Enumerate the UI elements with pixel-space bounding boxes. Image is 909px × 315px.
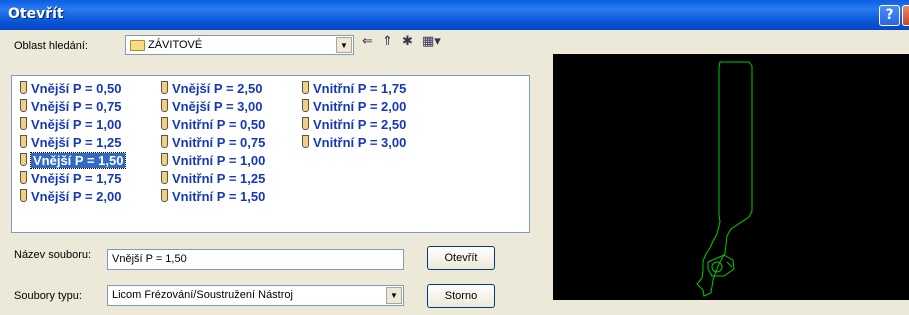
list-item[interactable]: Vnější P = 0,50	[20, 81, 121, 97]
file-icon	[161, 171, 168, 184]
folder-icon	[130, 39, 145, 51]
file-icon	[20, 153, 27, 166]
help-button[interactable]: ?	[879, 5, 900, 26]
file-icon	[20, 81, 27, 94]
chevron-down-icon[interactable]: ▼	[386, 287, 402, 304]
file-icon	[161, 81, 168, 94]
list-item[interactable]: Vnější P = 3,00	[161, 99, 262, 115]
file-list[interactable]: Vnější P = 0,50 Vnější P = 0,75 Vnější P…	[11, 75, 530, 233]
file-icon	[20, 135, 27, 148]
list-item[interactable]: Vnitřní P = 1,25	[161, 171, 265, 187]
file-icon	[161, 135, 168, 148]
open-button[interactable]: Otevřít	[427, 246, 495, 270]
file-icon	[161, 189, 168, 202]
list-item[interactable]: Vnitřní P = 0,50	[161, 117, 265, 133]
file-icon	[161, 117, 168, 130]
list-item[interactable]: Vnější P = 1,25	[20, 135, 121, 151]
list-item[interactable]: Vnější P = 2,00	[20, 189, 121, 205]
list-item-selected[interactable]: Vnější P = 1,50	[20, 152, 127, 169]
filename-label: Název souboru:	[14, 249, 92, 261]
back-arrow-icon[interactable]: ⇐	[362, 34, 373, 49]
file-icon	[20, 117, 27, 130]
list-item[interactable]: Vnější P = 2,50	[161, 81, 262, 97]
list-item[interactable]: Vnitřní P = 2,00	[302, 99, 406, 115]
up-folder-icon[interactable]: ⇑	[382, 34, 393, 49]
list-item[interactable]: Vnitřní P = 3,00	[302, 135, 406, 151]
file-icon	[20, 171, 27, 184]
view-menu-icon[interactable]: ▦▾	[422, 34, 441, 49]
list-item[interactable]: Vnější P = 1,75	[20, 171, 121, 187]
list-item[interactable]: Vnější P = 1,00	[20, 117, 121, 133]
filename-input[interactable]: Vnější P = 1,50	[107, 249, 404, 270]
list-item[interactable]: Vnitřní P = 2,50	[302, 117, 406, 133]
list-item[interactable]: Vnější P = 0,75	[20, 99, 121, 115]
title-bar: Otevřít ?	[0, 0, 909, 30]
filetype-select[interactable]: Licom Frézování/Soustružení Nástroj ▼	[107, 285, 404, 306]
chevron-down-icon[interactable]: ▼	[336, 37, 352, 53]
file-icon	[20, 99, 27, 112]
tool-preview	[553, 54, 909, 300]
file-icon	[161, 99, 168, 112]
filetype-label: Soubory typu:	[14, 290, 82, 302]
file-icon	[20, 189, 27, 202]
file-icon	[161, 153, 168, 166]
list-item[interactable]: Vnitřní P = 0,75	[161, 135, 265, 151]
cancel-button[interactable]: Storno	[427, 284, 495, 308]
close-button[interactable]	[902, 5, 909, 26]
filetype-value: Licom Frézování/Soustružení Nástroj	[112, 289, 293, 301]
file-icon	[302, 135, 309, 148]
tool-drawing	[696, 61, 753, 297]
list-item[interactable]: Vnitřní P = 1,00	[161, 153, 265, 169]
window-title: Otevřít	[8, 6, 64, 22]
lookin-select[interactable]: ZÁVITOVÉ ▼	[125, 35, 354, 55]
file-icon	[302, 99, 309, 112]
lookin-label: Oblast hledání:	[14, 40, 88, 52]
file-icon	[302, 117, 309, 130]
new-folder-icon[interactable]: ✱	[402, 34, 413, 49]
list-item[interactable]: Vnitřní P = 1,50	[161, 189, 265, 205]
list-item[interactable]: Vnitřní P = 1,75	[302, 81, 406, 97]
lookin-value: ZÁVITOVÉ	[148, 39, 203, 51]
file-icon	[302, 81, 309, 94]
